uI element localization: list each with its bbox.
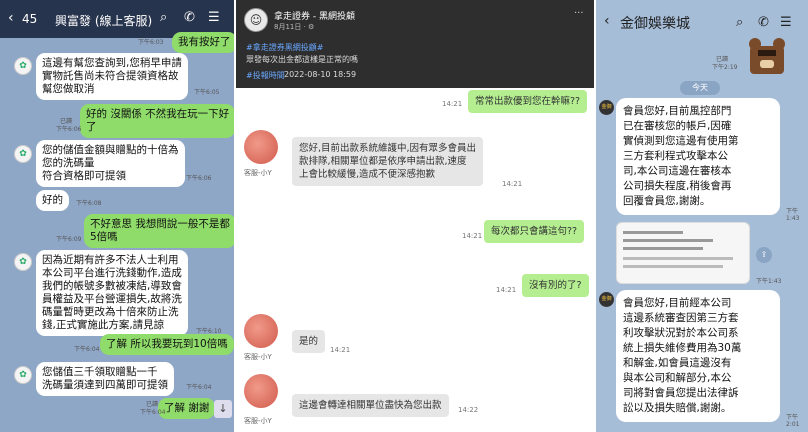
message-bubble-outgoing: 常常出款優到您在幹嘛?? — [468, 90, 588, 113]
message-bubble-incoming: 是的 — [292, 330, 326, 353]
attached-screenshot-image[interactable] — [616, 222, 750, 284]
screenshot-collage: ‹ 45 興富發 (線上客服) ⌕ ✆ ☰ 我有按好了 下午6:03 ✿ 這邊有… — [0, 0, 808, 432]
group-avatar: ☺ — [244, 8, 268, 32]
message-bubble-incoming: 好的 — [36, 190, 69, 211]
message-time: 下午6:04 — [74, 346, 100, 353]
agent-avatar: 金御 — [599, 292, 614, 307]
message-bubble-outgoing: 沒有別的了? — [522, 274, 589, 297]
message-bubble-incoming: 您好,目前出款系統維護中,因有眾多會員出 款排隊,相關單位都是依序申請出款,速度… — [292, 137, 484, 186]
message-bubble-outgoing: 我有按好了 — [172, 32, 234, 53]
message-bubble-outgoing: 每次都只會講這句?? — [484, 220, 585, 243]
bear-sticker — [749, 38, 785, 74]
message-bubble-outgoing: 了解 所以我要玩到10倍嗎 — [100, 334, 234, 355]
search-icon[interactable]: ⌕ — [736, 15, 743, 30]
post-date-2: 2022-08-10 18:59 — [284, 70, 357, 79]
search-icon[interactable]: ⌕ — [160, 10, 167, 25]
date-divider: 今天 — [680, 81, 720, 95]
message-time: 14:21 — [502, 180, 523, 188]
message-time: 下午6:04 — [186, 384, 212, 391]
back-icon[interactable]: ‹ — [604, 13, 610, 29]
agent-name: 客服-小Y — [244, 169, 272, 177]
message-time: 下午2:19 — [712, 64, 738, 71]
message-time: 14:22 — [458, 406, 479, 414]
image-line — [623, 239, 713, 242]
menu-icon[interactable]: ☰ — [208, 10, 220, 25]
read-receipt: 已讀 — [60, 118, 73, 125]
message-time: 下午6:05 — [194, 89, 220, 96]
back-icon[interactable]: ‹ — [8, 10, 14, 26]
agent-avatar: 金御 — [599, 100, 614, 115]
message-time: 下午1:43 — [786, 208, 800, 222]
image-line — [623, 231, 683, 234]
right-chat-panel: ‹ 金御娛樂城 ⌕ ✆ ☰ 已讀 下午2:19 今天 金御 會員您好,目前風控部… — [596, 0, 808, 432]
phone-icon[interactable]: ✆ — [184, 10, 195, 25]
agent-avatar: ✿ — [14, 57, 32, 75]
message-bubble-incoming: 會員您好,目前風控部門 已在審核您的帳戶,因確 實偵測到您這邊有使用第 三方套利… — [616, 98, 780, 215]
agent-avatar — [244, 130, 278, 164]
image-line — [623, 257, 733, 260]
agent-name: 客服-小Y — [244, 353, 272, 361]
message-bubble-incoming: 這邊會轉達相關單位盡快為您出款 — [292, 394, 449, 417]
message-time: 14:21 — [462, 232, 483, 240]
image-line — [623, 247, 703, 250]
message-time: 下午6:09 — [56, 236, 82, 243]
phone-icon[interactable]: ✆ — [758, 15, 769, 30]
share-icon[interactable]: ⇪ — [756, 247, 772, 263]
forum-post-header: ☺ 拿走證券 - 黑網投顧 8月11日 · ⚙ ··· #拿走證券黑網投顧# 眾… — [236, 0, 594, 88]
agent-avatar: ✿ — [14, 366, 32, 384]
hashtag[interactable]: #拿走證券黑網投顧# — [246, 42, 323, 53]
message-time: 14:21 — [442, 100, 463, 108]
agent-name: 客服-小Y — [244, 417, 272, 425]
message-time: 下午6:03 — [138, 39, 164, 46]
message-bubble-incoming: 這邊有幫您查詢到,您稍早申請 實物託售尚未符合提領資格故 幫您做取消 — [36, 53, 188, 100]
hashtag[interactable]: #投報時間 — [246, 70, 285, 81]
message-time: 下午1:43 — [756, 278, 782, 285]
chat-title: 金御娛樂城 — [620, 16, 690, 32]
message-time: 下午2:01 — [786, 414, 800, 428]
message-time: 下午6:06 — [186, 175, 212, 182]
read-receipt: 已讀 — [146, 401, 159, 408]
message-bubble-incoming: 您的儲值金額與贈點的十倍為 您的洗碼量 符合資格即可提領 — [36, 140, 185, 187]
scroll-down-button[interactable]: ↓ — [214, 400, 232, 418]
agent-avatar — [244, 314, 278, 348]
more-options-icon[interactable]: ··· — [574, 8, 584, 19]
left-chat-panel: ‹ 45 興富發 (線上客服) ⌕ ✆ ☰ 我有按好了 下午6:03 ✿ 這邊有… — [0, 0, 234, 432]
message-bubble-incoming: 您儲值三千領取贈點一千 洗碼量須達到四萬即可提領 — [36, 362, 174, 396]
post-text: 眾發每次出金都這樣是正常的嗎 — [246, 55, 358, 64]
message-time: 下午6:04 — [140, 409, 166, 416]
agent-avatar — [244, 374, 278, 408]
image-line — [623, 265, 723, 268]
message-bubble-outgoing: 不好意思 我想問說一般不是都 5倍嗎 — [84, 214, 234, 248]
menu-icon[interactable]: ☰ — [780, 15, 792, 30]
message-bubble-outgoing: 好的 沒關係 不然我在玩一下好 了 — [80, 104, 234, 138]
message-time: 14:21 — [496, 286, 517, 294]
post-date: 8月11日 · ⚙ — [274, 23, 315, 31]
agent-avatar: ✿ — [14, 253, 32, 271]
message-bubble-incoming: 因為近期有許多不法人士利用 本公司平台進行洗錢動作,造成 我們的帳號多數被凍結,… — [36, 250, 188, 336]
message-bubble-incoming: 會員您好,目前經本公司 這邊系統審查因第三方套 利攻擊狀況對於本公司系 統上損失… — [616, 290, 780, 422]
chat-title: 興富發 (線上客服) — [55, 14, 153, 28]
middle-chat-panel: ☺ 拿走證券 - 黑網投顧 8月11日 · ⚙ ··· #拿走證券黑網投顧# 眾… — [236, 0, 594, 432]
message-time: 下午6:06 — [56, 126, 82, 133]
message-time: 14:21 — [330, 346, 351, 354]
unread-count: 45 — [22, 12, 38, 26]
agent-avatar: ✿ — [14, 145, 32, 163]
message-time: 下午6:08 — [76, 200, 102, 207]
group-name[interactable]: 拿走證券 - 黑網投顧 — [274, 9, 355, 22]
message-bubble-outgoing: 了解 謝謝 — [158, 398, 216, 419]
